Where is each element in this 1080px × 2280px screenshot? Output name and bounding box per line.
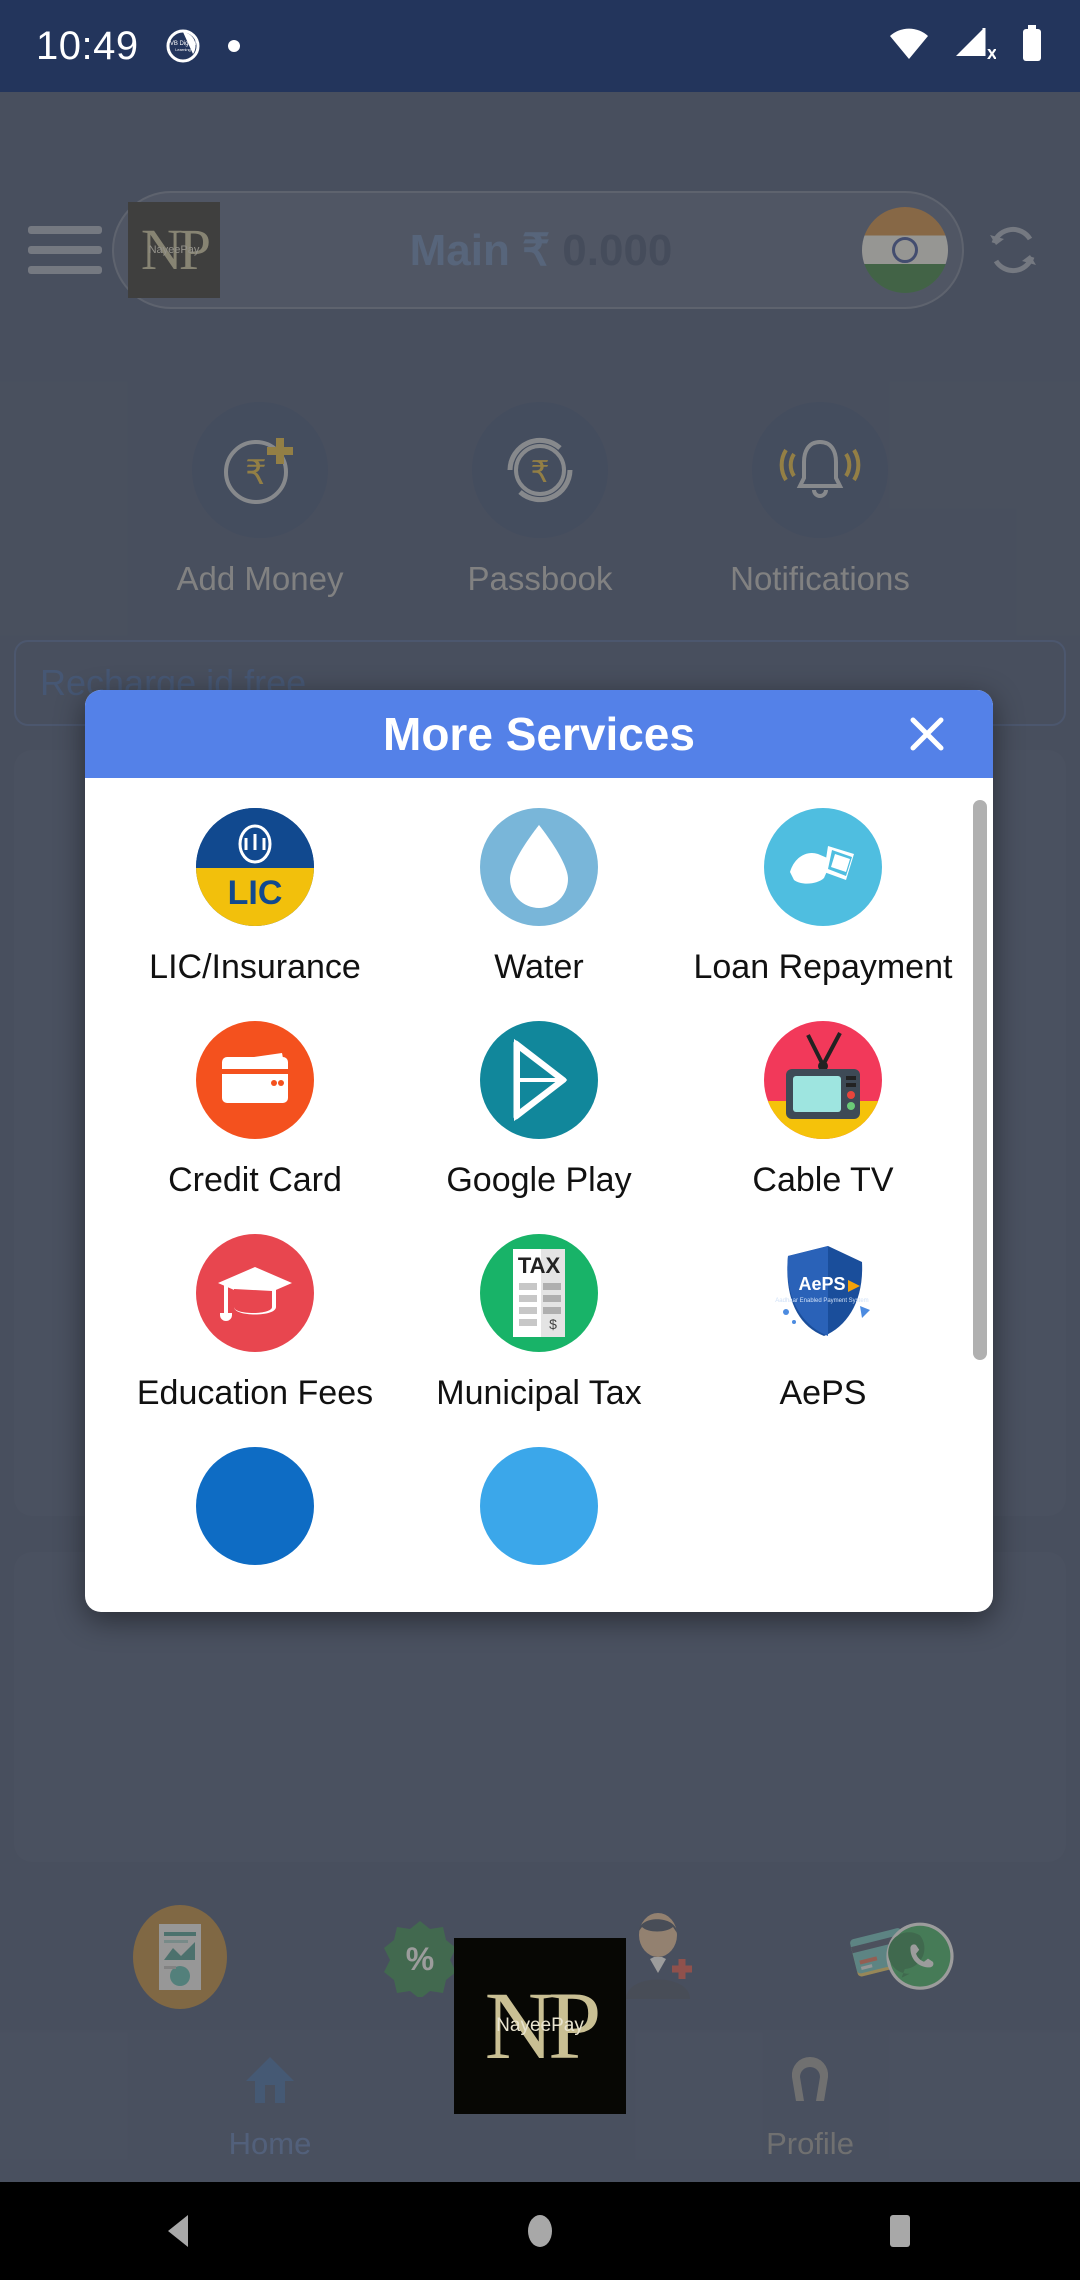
status-bar-clock: 10:49 — [36, 23, 139, 68]
status-bar-icons: x — [888, 24, 1044, 68]
service-item-partial-lightblue[interactable] — [397, 1447, 681, 1565]
dialog-body: LIC LIC/Insurance Water Loan Repayment C… — [85, 778, 993, 1612]
dialog-header: More Services — [85, 690, 993, 778]
dot-icon — [227, 39, 241, 53]
service-item-municipal-tax[interactable]: TAX $ Municipal Tax — [397, 1234, 681, 1413]
svg-text:Aadhaar Enabled Payment System: Aadhaar Enabled Payment System — [775, 1298, 868, 1304]
svg-text:Learning: Learning — [175, 47, 191, 52]
android-navigation-bar — [0, 2182, 1080, 2280]
service-item-partial-empty — [681, 1447, 965, 1565]
loan-repayment-icon — [763, 808, 882, 926]
service-item-partial-blue[interactable] — [113, 1447, 397, 1565]
service-label: AePS — [779, 1374, 867, 1412]
aeps-icon: AePS Aadhaar Enabled Payment System — [764, 1234, 882, 1352]
service-label: Cable TV — [752, 1161, 894, 1199]
svg-text:LIC: LIC — [228, 874, 283, 912]
dialog-title: More Services — [383, 708, 695, 760]
water-drop-icon — [479, 808, 598, 926]
service-label: LIC/Insurance — [149, 948, 361, 986]
cable-tv-icon — [763, 1021, 882, 1139]
service-item-google-play[interactable]: Google Play — [397, 1021, 681, 1200]
svg-text:x: x — [987, 43, 996, 62]
svg-text:$: $ — [549, 1316, 557, 1332]
municipal-tax-icon: TAX $ — [479, 1234, 598, 1352]
recents-square-icon[interactable] — [840, 2182, 960, 2280]
service-label: Water — [494, 948, 584, 986]
service-label: Education Fees — [136, 1374, 374, 1412]
service-label: Google Play — [446, 1161, 632, 1199]
google-play-icon — [479, 1021, 598, 1139]
service-item-cable-tv[interactable]: Cable TV — [681, 1021, 965, 1200]
nayeepay-fab-button[interactable]: NP NayeePay — [454, 1938, 626, 2114]
service-label: Credit Card — [168, 1161, 342, 1199]
service-item-lic-insurance[interactable]: LIC LIC/Insurance — [113, 808, 397, 987]
partial-service-icon-blue — [195, 1447, 314, 1565]
close-icon[interactable] — [897, 704, 957, 764]
service-item-aeps[interactable]: AePS Aadhaar Enabled Payment System AePS — [681, 1234, 965, 1413]
battery-full-icon — [1020, 24, 1044, 68]
vb-digital-notification-icon: VB Digital Learning — [165, 28, 201, 64]
services-grid: LIC LIC/Insurance Water Loan Repayment C… — [85, 808, 993, 1599]
status-bar: 10:49 VB Digital Learning x — [0, 0, 1080, 92]
cellular-no-sim-icon: x — [954, 26, 997, 67]
svg-text:TAX: TAX — [518, 1253, 561, 1278]
back-triangle-icon[interactable] — [120, 2182, 240, 2280]
service-item-water[interactable]: Water — [397, 808, 681, 987]
phone-screen: 10:49 VB Digital Learning x NP NayeePay … — [0, 0, 1080, 2280]
home-circle-icon[interactable] — [480, 2182, 600, 2280]
vertical-scrollbar[interactable] — [973, 800, 987, 1360]
credit-card-icon — [195, 1021, 314, 1139]
service-item-education-fees[interactable]: Education Fees — [113, 1234, 397, 1413]
service-item-credit-card[interactable]: Credit Card — [113, 1021, 397, 1200]
education-fees-icon — [195, 1234, 314, 1352]
service-label: Municipal Tax — [436, 1374, 642, 1412]
wifi-icon — [888, 27, 930, 66]
more-services-dialog: More Services LIC LIC/Insurance Water Lo… — [85, 690, 993, 1612]
partial-service-icon-lightblue — [479, 1447, 598, 1565]
svg-text:AePS: AePS — [798, 1274, 845, 1294]
service-label: Loan Repayment — [693, 948, 953, 986]
fab-logo-subtext: NayeePay — [496, 2015, 584, 2036]
service-item-loan-repayment[interactable]: Loan Repayment — [681, 808, 965, 987]
lic-insurance-icon: LIC — [195, 808, 314, 926]
